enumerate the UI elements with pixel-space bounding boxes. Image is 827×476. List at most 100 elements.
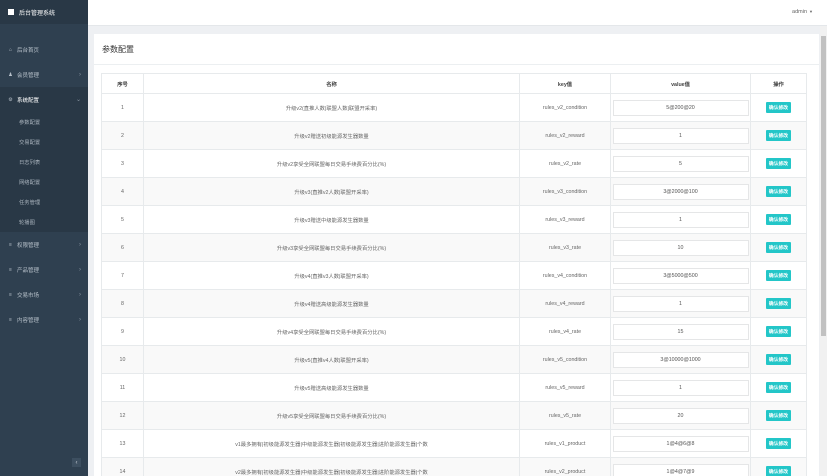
col-header-no: 序号 bbox=[101, 73, 144, 94]
confirm-edit-button[interactable]: 确认修改 bbox=[765, 326, 792, 337]
row-key: rules_v4_rate bbox=[519, 317, 611, 346]
top-bar: admin ▼ bbox=[88, 0, 827, 26]
table-body: 1 升级v2(直推人数|联盟人数|联盟开采率) rules_v2_condition… bbox=[101, 93, 807, 476]
sidebar-item-products[interactable]: ≡ 产品管理 › bbox=[0, 257, 88, 282]
sidebar-item-label: 交易市场 bbox=[17, 292, 40, 299]
row-key: rules_v5_condition bbox=[519, 345, 611, 374]
row-value-cell: 15 bbox=[610, 317, 751, 346]
confirm-edit-button[interactable]: 确认修改 bbox=[765, 354, 792, 365]
collapse-sidebar-icon[interactable]: ‹ bbox=[72, 458, 81, 467]
value-input[interactable]: 20 bbox=[612, 407, 749, 424]
table-row: 1 升级v2(直推人数|联盟人数|联盟开采率) rules_v2_condition… bbox=[101, 93, 807, 122]
submenu-item-network[interactable]: 网络配置 bbox=[0, 172, 88, 192]
value-input[interactable]: 3@5000@500 bbox=[612, 267, 749, 284]
submenu-item-logs[interactable]: 日志列表 bbox=[0, 152, 88, 172]
row-action-cell: 确认修改 bbox=[750, 457, 807, 476]
value-input[interactable]: 15 bbox=[612, 323, 749, 340]
table-row: 6 升级v3享受全网联盟每日交易手续费百分比(%) rules_v3_rate 10 确… bbox=[101, 233, 807, 262]
value-input[interactable]: 1 bbox=[612, 295, 749, 312]
table-row: 8 升级v4赠送高级能源发生器数量 rules_v4_reward 1 确认修改 bbox=[101, 289, 807, 318]
confirm-edit-button[interactable]: 确认修改 bbox=[765, 242, 792, 253]
submenu-item-tasks[interactable]: 任务管理 bbox=[0, 192, 88, 212]
row-action-cell: 确认修改 bbox=[750, 121, 807, 150]
value-input[interactable]: 10 bbox=[612, 239, 749, 256]
row-no: 11 bbox=[101, 373, 144, 402]
row-value-cell: 1 bbox=[610, 289, 751, 318]
chevron-right-icon: › bbox=[79, 291, 81, 298]
row-no: 14 bbox=[101, 457, 144, 476]
sidebar-item-label: 后台首页 bbox=[17, 47, 40, 54]
row-key: rules_v1_product bbox=[519, 429, 611, 458]
sidebar-item-content[interactable]: ≡ 内容管理 › bbox=[0, 307, 88, 332]
row-name: 升级v3享受全网联盟每日交易手续费百分比(%) bbox=[143, 233, 520, 262]
chevron-right-icon: › bbox=[79, 241, 81, 248]
sidebar-item-label: 内容管理 bbox=[17, 317, 40, 324]
row-key: rules_v3_rate bbox=[519, 233, 611, 262]
row-value-cell: 1 bbox=[610, 373, 751, 402]
list-icon: ≡ bbox=[9, 316, 12, 323]
value-input[interactable]: 3@10000@1000 bbox=[612, 351, 749, 368]
col-header-action: 操作 bbox=[750, 73, 807, 94]
row-name: 升级v4享受全网联盟每日交易手续费百分比(%) bbox=[143, 317, 520, 346]
row-no: 12 bbox=[101, 401, 144, 430]
row-name: 升级v5(直推v4人数|联盟开采率) bbox=[143, 345, 520, 374]
sidebar-item-permissions[interactable]: ≡ 权限管理 › bbox=[0, 232, 88, 257]
confirm-edit-button[interactable]: 确认修改 bbox=[765, 410, 792, 421]
submenu-item-carousel[interactable]: 轮播图 bbox=[0, 212, 88, 232]
chevron-down-icon: ⌄ bbox=[75, 97, 81, 103]
username: admin bbox=[792, 9, 808, 15]
chevron-right-icon: › bbox=[79, 71, 81, 78]
row-action-cell: 确认修改 bbox=[750, 401, 807, 430]
submenu-item-trade[interactable]: 交易配置 bbox=[0, 132, 88, 152]
confirm-edit-button[interactable]: 确认修改 bbox=[765, 438, 792, 449]
value-input[interactable]: 1@4@7@9 bbox=[612, 463, 749, 476]
confirm-edit-button[interactable]: 确认修改 bbox=[765, 382, 792, 393]
confirm-edit-button[interactable]: 确认修改 bbox=[765, 214, 792, 225]
value-input[interactable]: 1@4@6@8 bbox=[612, 435, 749, 452]
confirm-edit-button[interactable]: 确认修改 bbox=[765, 298, 792, 309]
scrollbar-thumb[interactable] bbox=[821, 36, 826, 336]
value-input[interactable]: 1 bbox=[612, 127, 749, 144]
value-input[interactable]: 1 bbox=[612, 379, 749, 396]
app-title: 后台管理系统 bbox=[19, 10, 56, 17]
confirm-edit-button[interactable]: 确认修改 bbox=[765, 130, 792, 141]
row-name: 升级v4(直推v3人数|联盟开采率) bbox=[143, 261, 520, 290]
chevron-right-icon: › bbox=[79, 316, 81, 323]
confirm-edit-button[interactable]: 确认修改 bbox=[765, 466, 792, 476]
row-value-cell: 5 bbox=[610, 149, 751, 178]
row-name: 升级v4赠送高级能源发生器数量 bbox=[143, 289, 520, 318]
row-name: 升级v2赠送初级能源发生器数量 bbox=[143, 121, 520, 150]
row-no: 5 bbox=[101, 205, 144, 234]
row-value-cell: 1 bbox=[610, 121, 751, 150]
sidebar-item-system-config[interactable]: ⚙ 系统配置 ⌄ bbox=[0, 87, 88, 112]
confirm-edit-button[interactable]: 确认修改 bbox=[765, 158, 792, 169]
sidebar-item-members[interactable]: ♟ 会员管理 › bbox=[0, 62, 88, 87]
row-action-cell: 确认修改 bbox=[750, 373, 807, 402]
row-no: 6 bbox=[101, 233, 144, 262]
sidebar-item-label: 权限管理 bbox=[17, 242, 40, 249]
value-input[interactable]: 5 bbox=[612, 155, 749, 172]
params-table: 序号 名称 key值 value值 操作 1 升级v2(直推人数|联盟人数|联盟开… bbox=[101, 73, 807, 476]
value-input[interactable]: 3@2000@100 bbox=[612, 183, 749, 200]
confirm-edit-button[interactable]: 确认修改 bbox=[765, 102, 792, 113]
row-action-cell: 确认修改 bbox=[750, 261, 807, 290]
row-key: rules_v2_reward bbox=[519, 121, 611, 150]
row-no: 10 bbox=[101, 345, 144, 374]
table-header-row: 序号 名称 key值 value值 操作 bbox=[101, 73, 807, 94]
submenu-item-params[interactable]: 参数配置 bbox=[0, 112, 88, 132]
caret-down-icon: ▼ bbox=[809, 9, 813, 14]
user-menu[interactable]: admin ▼ bbox=[792, 9, 813, 15]
value-input[interactable]: 5@200@20 bbox=[612, 99, 749, 116]
sidebar-item-home[interactable]: ⌂ 后台首页 bbox=[0, 37, 88, 62]
row-action-cell: 确认修改 bbox=[750, 177, 807, 206]
confirm-edit-button[interactable]: 确认修改 bbox=[765, 186, 792, 197]
row-action-cell: 确认修改 bbox=[750, 429, 807, 458]
page-title: 参数配置 bbox=[102, 45, 134, 54]
value-input[interactable]: 1 bbox=[612, 211, 749, 228]
confirm-edit-button[interactable]: 确认修改 bbox=[765, 270, 792, 281]
sidebar-item-market[interactable]: ≡ 交易市场 › bbox=[0, 282, 88, 307]
row-no: 8 bbox=[101, 289, 144, 318]
app-brand[interactable]: 后台管理系统 bbox=[0, 0, 88, 24]
page-scrollbar[interactable] bbox=[820, 26, 827, 476]
table-row: 13 v1最多拥有|初级能源发生器|中级能源发生器|初级能源发生器|进阶能源发生器… bbox=[101, 429, 807, 458]
